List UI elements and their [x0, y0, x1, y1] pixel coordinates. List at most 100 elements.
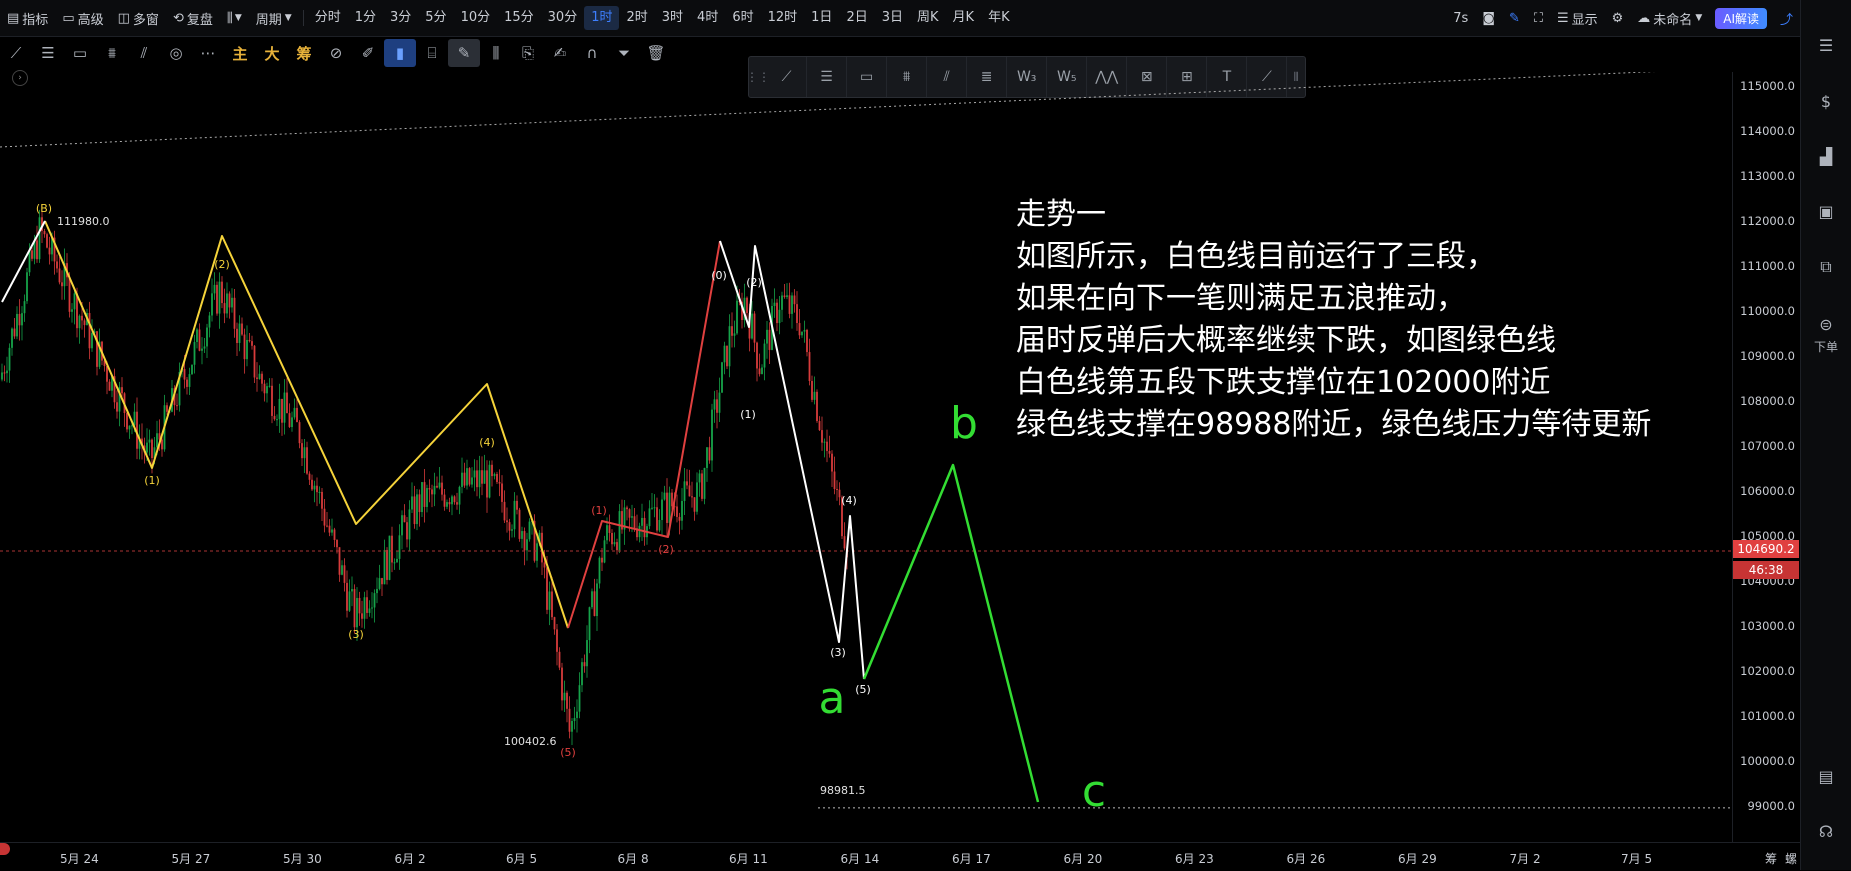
- candle-body: [798, 323, 801, 336]
- candlestick-icon[interactable]: ⫼: [480, 39, 512, 67]
- order-icon[interactable]: ⊜: [1814, 313, 1838, 337]
- more-icon[interactable]: ⋯: [192, 39, 224, 67]
- axis-corner-label[interactable]: 螺: [1785, 850, 1797, 867]
- dollar-icon[interactable]: $: [1814, 90, 1838, 114]
- period-tab[interactable]: 3时: [655, 6, 690, 30]
- candle-body: [626, 507, 628, 510]
- candles-layer: [1, 209, 848, 745]
- candle-body: [23, 301, 26, 314]
- candle-body: [608, 525, 611, 533]
- magnet-icon[interactable]: ∩: [576, 39, 608, 67]
- candle-body: [671, 492, 673, 507]
- pen-icon[interactable]: ✎: [1502, 0, 1527, 36]
- period-tab[interactable]: 6时: [725, 6, 760, 30]
- candle-body: [638, 525, 641, 538]
- period-tab[interactable]: 1分: [348, 6, 383, 30]
- period-tab[interactable]: 周K: [910, 6, 946, 30]
- filter-icon[interactable]: ⏷: [608, 39, 640, 67]
- brush-icon[interactable]: ✐: [352, 39, 384, 67]
- period-tab[interactable]: 2日: [839, 6, 874, 30]
- panel-icon[interactable]: ▤: [1814, 765, 1838, 789]
- candlestick-chart[interactable]: (B) (1) (2) (3) (4) (5) (1) (2) (0) (1) (2) (3) (4) (…: [0, 72, 1732, 842]
- price-tick-label: 99000.0: [1747, 799, 1795, 813]
- horizontal-lines-icon[interactable]: ☰: [32, 39, 64, 67]
- collapse-toggle-icon[interactable]: ›: [12, 70, 28, 86]
- list-icon[interactable]: ☰: [1814, 34, 1838, 58]
- edit-icon[interactable]: ⊘: [320, 39, 352, 67]
- period-tab[interactable]: 2时: [619, 6, 654, 30]
- replay-button[interactable]: ⟲ 复盘: [166, 0, 220, 36]
- monitor-icon[interactable]: ▣: [1814, 200, 1838, 224]
- candle-body: [216, 284, 218, 314]
- period-tab[interactable]: 30分: [541, 6, 585, 30]
- period-tab[interactable]: 月K: [946, 6, 982, 30]
- copy-icon[interactable]: ⎘: [512, 39, 544, 67]
- axis-corner-label[interactable]: 筹: [1765, 850, 1777, 867]
- big-order-tool[interactable]: 大: [256, 39, 288, 67]
- low-price-label: 100402.6: [504, 735, 557, 748]
- candle-body: [383, 549, 386, 585]
- gear-icon[interactable]: ⚙: [1605, 0, 1631, 36]
- price-axis[interactable]: 115000.0 114000.0 113000.0 112000.0 111000.0…: [1732, 72, 1801, 842]
- period-tab[interactable]: 15分: [497, 6, 541, 30]
- right-sidebar: ☰ $ ▟ ▣ ⧉ ⊜ 下单 ▤ ☊: [1800, 0, 1851, 870]
- multiwindow-button[interactable]: ◫ 多窗: [111, 0, 166, 36]
- display-button[interactable]: ☰ 显示: [1550, 0, 1605, 36]
- pattern-icon[interactable]: ⩩: [96, 39, 128, 67]
- candle-body: [588, 607, 591, 641]
- trend-line-icon[interactable]: ⟋: [0, 39, 32, 67]
- indicator-button[interactable]: ▤ 指标: [0, 0, 55, 36]
- candle-body: [611, 532, 613, 545]
- draw-mode-icon[interactable]: ✎: [448, 39, 480, 67]
- chart-type-button[interactable]: ⫼ ▼: [220, 0, 249, 36]
- period-tab[interactable]: 1时: [584, 6, 620, 30]
- headset-icon[interactable]: ☊: [1814, 820, 1838, 844]
- camera-icon[interactable]: ◙: [1475, 0, 1502, 36]
- trash-icon[interactable]: 🗑: [640, 39, 672, 67]
- rectangle-icon[interactable]: ▭: [64, 39, 96, 67]
- candle-body: [631, 516, 633, 518]
- share-icon[interactable]: ⤴: [1773, 0, 1800, 36]
- main-force-tool[interactable]: 主: [224, 39, 256, 67]
- period-tab[interactable]: 4时: [690, 6, 725, 30]
- advanced-button[interactable]: ▭ 高级: [55, 0, 110, 36]
- candle-body: [506, 520, 508, 523]
- chart-icon[interactable]: ▟: [1814, 145, 1838, 169]
- period-tab[interactable]: 3日: [875, 6, 910, 30]
- candle-body: [56, 261, 58, 269]
- candle-body: [558, 651, 561, 668]
- candle-body: [478, 470, 481, 488]
- parallel-channel-icon[interactable]: ⫽: [128, 39, 160, 67]
- period-tab[interactable]: 1日: [804, 6, 839, 30]
- time-axis[interactable]: 筹 螺 5月 24 5月 27 5月 30 6月 2 6月 5 6月 8 6月 11 6月 1…: [0, 842, 1800, 871]
- layers-icon[interactable]: ⧉: [1814, 255, 1838, 279]
- candle-body: [633, 516, 636, 529]
- top-toolbar: ▤ 指标 ▭ 高级 ◫ 多窗 ⟲ 复盘 ⫼ ▼ 周期 ▼ 分时 1分 3分 5分 10分 15分 30分…: [0, 0, 1800, 37]
- period-tab[interactable]: 10分: [454, 6, 498, 30]
- candle-body: [503, 501, 506, 521]
- candle-body: [801, 331, 803, 336]
- period-tab[interactable]: 3分: [383, 6, 418, 30]
- period-tab[interactable]: 12时: [761, 6, 805, 30]
- period-tab[interactable]: 5分: [418, 6, 453, 30]
- ruler-icon[interactable]: ⌸: [416, 39, 448, 67]
- fullscreen-icon[interactable]: ⛶: [1527, 0, 1550, 36]
- candle-body: [551, 591, 553, 618]
- chips-tool[interactable]: 筹: [288, 39, 320, 67]
- candle-body: [656, 507, 658, 531]
- bookmark-icon[interactable]: ▮: [384, 39, 416, 67]
- note-icon[interactable]: ✍: [544, 39, 576, 67]
- period-menu-button[interactable]: 周期 ▼: [249, 0, 299, 36]
- candle-body: [691, 496, 693, 498]
- chevron-down-icon: ▼: [1695, 13, 1703, 23]
- candle-body: [723, 345, 726, 363]
- workspace-button[interactable]: ☁ 未命名 ▼: [1630, 0, 1709, 36]
- order-label[interactable]: 下单: [1801, 338, 1851, 355]
- period-tab[interactable]: 年K: [981, 6, 1017, 30]
- candle-body: [273, 415, 276, 420]
- ai-analysis-button[interactable]: AI解读: [1715, 7, 1767, 29]
- candle-body: [428, 488, 431, 490]
- spiral-icon[interactable]: ◎: [160, 39, 192, 67]
- period-tab[interactable]: 分时: [308, 6, 348, 30]
- price-tick-label: 111000.0: [1740, 259, 1795, 273]
